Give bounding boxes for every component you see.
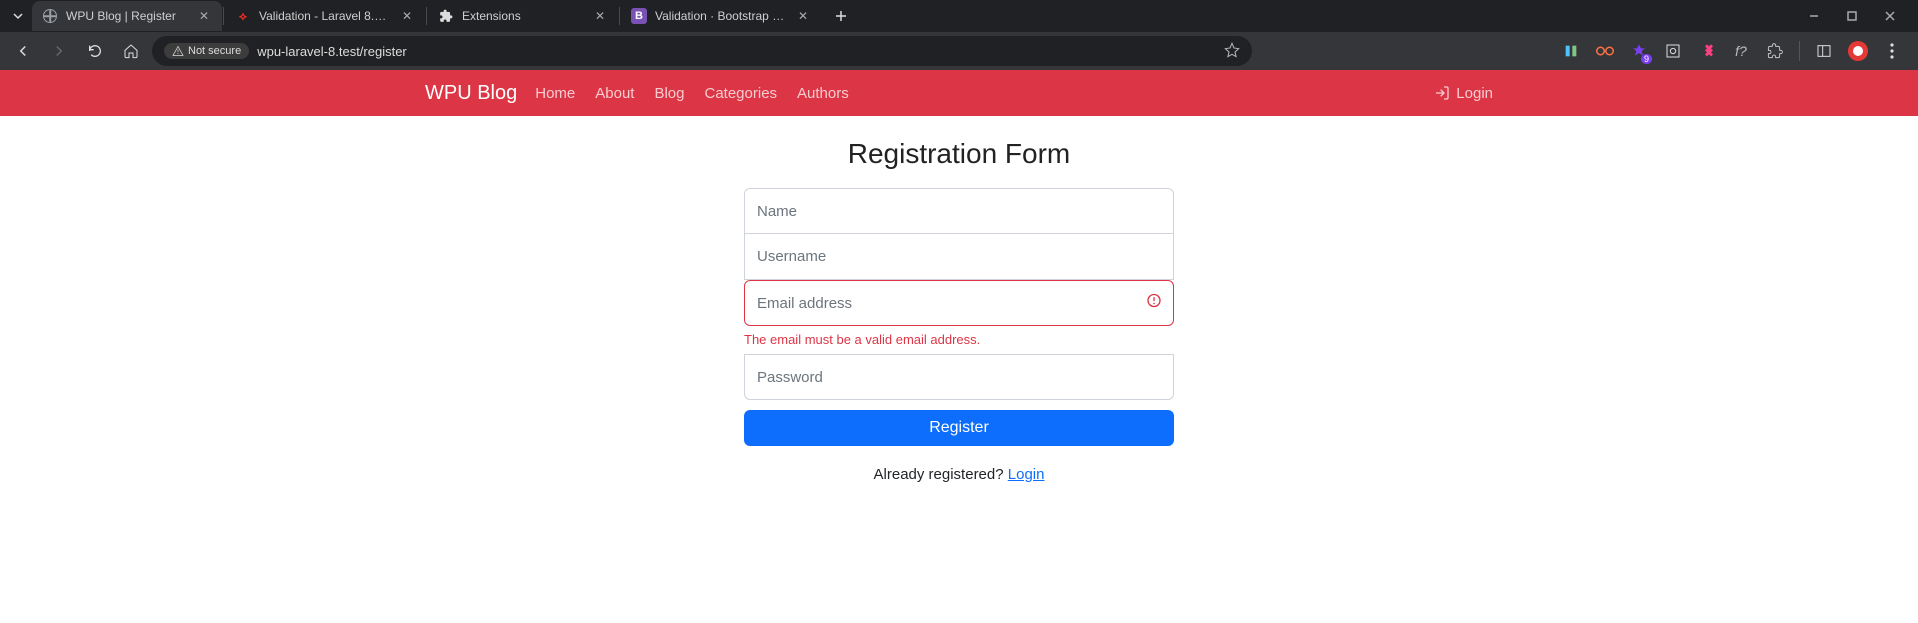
username-field-wrap [744, 234, 1174, 280]
address-bar[interactable]: Not secure wpu-laravel-8.test/register [152, 36, 1252, 66]
tab-title: Validation · Bootstrap v5.3 [655, 9, 787, 23]
password-field-wrap [744, 355, 1174, 400]
extension-icon-3[interactable]: 9 [1629, 41, 1649, 61]
star-icon [1224, 42, 1240, 58]
forward-button[interactable] [44, 36, 74, 66]
nav-link-authors[interactable]: Authors [797, 85, 849, 102]
nav-link-about[interactable]: About [595, 85, 634, 102]
extension-icon-6[interactable]: f? [1731, 41, 1751, 61]
form-title: Registration Form [744, 138, 1174, 170]
home-button[interactable] [116, 36, 146, 66]
footer-text: Already registered? [874, 466, 1008, 483]
email-error-text: The email must be a valid email address. [744, 332, 1174, 347]
extension-icons: 9 f? [1561, 41, 1910, 61]
tab-strip: WPU Blog | Register ✕ ⟡ Validation - Lar… [0, 0, 1918, 32]
minimize-button[interactable] [1804, 6, 1824, 26]
registration-form: Registration Form The email must be a va… [744, 138, 1174, 483]
new-tab-button[interactable] [827, 2, 855, 30]
nav-link-home[interactable]: Home [535, 85, 575, 102]
site-navbar: WPU Blog Home About Blog Categories Auth… [0, 70, 1918, 116]
badge: 9 [1641, 54, 1652, 64]
close-icon[interactable]: ✕ [399, 8, 415, 24]
error-icon [1146, 293, 1162, 314]
login-icon [1434, 85, 1450, 101]
tab-0[interactable]: WPU Blog | Register ✕ [32, 1, 222, 31]
window-controls [1790, 6, 1914, 26]
tab-2[interactable]: Extensions ✕ [428, 1, 618, 31]
close-icon[interactable]: ✕ [592, 8, 608, 24]
chevron-down-icon [12, 10, 24, 22]
page-body: Registration Form The email must be a va… [0, 116, 1918, 623]
close-window-button[interactable] [1880, 6, 1900, 26]
chrome-menu-button[interactable] [1882, 41, 1902, 61]
warning-icon [172, 45, 184, 57]
extension-icon-1[interactable] [1561, 41, 1581, 61]
name-input[interactable] [744, 188, 1174, 234]
side-panel-button[interactable] [1814, 41, 1834, 61]
close-icon[interactable]: ✕ [795, 8, 811, 24]
tab-3[interactable]: B Validation · Bootstrap v5.3 ✕ [621, 1, 821, 31]
extension-icon-2[interactable] [1595, 41, 1615, 61]
puzzle-icon [1767, 43, 1783, 59]
tab-title: Extensions [462, 9, 584, 23]
nav-link-blog[interactable]: Blog [654, 85, 684, 102]
password-input[interactable] [744, 354, 1174, 400]
browser-toolbar: Not secure wpu-laravel-8.test/register 9… [0, 32, 1918, 70]
security-label: Not secure [188, 45, 241, 57]
maximize-button[interactable] [1842, 6, 1862, 26]
tab-title: WPU Blog | Register [66, 9, 188, 23]
puzzle-icon [438, 8, 454, 24]
name-field-wrap [744, 188, 1174, 234]
bootstrap-icon: B [631, 8, 647, 24]
back-button[interactable] [8, 36, 38, 66]
form-footer: Already registered? Login [744, 466, 1174, 483]
tab-separator [223, 7, 224, 25]
footer-login-link[interactable]: Login [1008, 466, 1045, 483]
extension-icon-5[interactable] [1697, 41, 1717, 61]
panel-icon [1816, 43, 1832, 59]
home-icon [123, 43, 139, 59]
extensions-menu-button[interactable] [1765, 41, 1785, 61]
browser-chrome: WPU Blog | Register ✕ ⟡ Validation - Lar… [0, 0, 1918, 70]
laravel-icon: ⟡ [235, 8, 251, 24]
reload-icon [87, 43, 103, 59]
nav-link-categories[interactable]: Categories [705, 85, 778, 102]
toolbar-separator [1799, 41, 1800, 61]
email-field-wrap [744, 280, 1174, 326]
globe-icon [42, 8, 58, 24]
nav-links: Home About Blog Categories Authors [535, 85, 849, 102]
close-icon[interactable]: ✕ [196, 8, 212, 24]
reload-button[interactable] [80, 36, 110, 66]
brand[interactable]: WPU Blog [425, 82, 517, 105]
tab-title: Validation - Laravel 8.x - The PH [259, 9, 391, 23]
email-input[interactable] [744, 280, 1174, 326]
plus-icon [834, 9, 848, 23]
bookmark-button[interactable] [1224, 42, 1240, 61]
arrow-left-icon [14, 42, 32, 60]
tab-1[interactable]: ⟡ Validation - Laravel 8.x - The PH ✕ [225, 1, 425, 31]
tab-separator [619, 7, 620, 25]
avatar-icon [1848, 41, 1868, 61]
tab-separator [426, 7, 427, 25]
arrow-right-icon [50, 42, 68, 60]
login-label: Login [1456, 85, 1493, 102]
register-button[interactable]: Register [744, 410, 1174, 446]
kebab-icon [1890, 43, 1894, 59]
tab-search-dropdown[interactable] [4, 2, 32, 30]
profile-button[interactable] [1848, 41, 1868, 61]
security-chip[interactable]: Not secure [164, 43, 249, 59]
nav-right: Login [1434, 85, 1493, 102]
username-input[interactable] [744, 234, 1174, 280]
login-link[interactable]: Login [1434, 85, 1493, 102]
url-text: wpu-laravel-8.test/register [257, 44, 407, 59]
extension-icon-4[interactable] [1663, 41, 1683, 61]
